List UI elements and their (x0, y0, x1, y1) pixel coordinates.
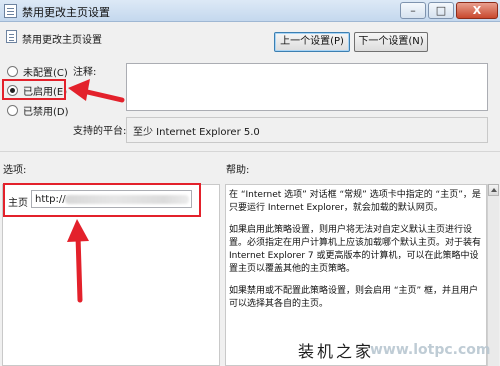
watermark-url: www.lotpc.com (370, 342, 491, 358)
options-label: 选项: (3, 165, 27, 176)
highlight-home-page-field (3, 183, 201, 217)
watermark-text: 装机之家 (298, 342, 375, 361)
radio-button[interactable] (7, 104, 18, 116)
radio-label: 已禁用(D) (23, 106, 69, 118)
platform-value: 至少 Internet Explorer 5.0 (133, 127, 260, 138)
close-button[interactable]: X (456, 2, 498, 19)
divider (0, 151, 500, 152)
radio-not-configured[interactable]: 未配置(C) (7, 64, 68, 79)
help-paragraph: 如果禁用或不配置此策略设置，则会启用 “主页” 框，并且用户可以选择其各自的主页… (229, 286, 479, 309)
help-label: 帮助: (226, 165, 250, 176)
highlight-enabled-option (2, 79, 66, 100)
platform-label: 支持的平台: (73, 126, 127, 137)
scroll-up-icon[interactable] (488, 184, 499, 196)
help-paragraph: 在 “Internet 选项” 对话框 “常规” 选项卡中指定的 “主页”，是只… (229, 190, 481, 213)
comment-label: 注释: (73, 67, 97, 78)
help-paragraph: 如果启用此策略设置，则用户将无法对自定义默认主页进行设置。必须指定在用户计算机上… (229, 225, 482, 274)
policy-icon (4, 4, 17, 18)
radio-button[interactable] (7, 65, 18, 77)
platform-box: 至少 Internet Explorer 5.0 (126, 117, 488, 143)
title-bar: 禁用更改主页设置 – □ X (0, 0, 500, 22)
window-title: 禁用更改主页设置 (22, 6, 110, 19)
policy-icon (6, 30, 17, 43)
maximize-button[interactable]: □ (428, 2, 454, 19)
previous-setting-button[interactable]: 上一个设置(P) (274, 32, 350, 52)
policy-name: 禁用更改主页设置 (22, 35, 102, 46)
minimize-button[interactable]: – (400, 2, 426, 19)
red-arrow-icon (68, 79, 125, 103)
radio-disabled[interactable]: 已禁用(D) (7, 103, 69, 118)
help-scrollbar[interactable] (487, 184, 499, 366)
next-setting-button[interactable]: 下一个设置(N) (354, 32, 428, 52)
radio-label: 未配置(C) (23, 67, 68, 79)
comment-textarea[interactable] (126, 63, 488, 111)
